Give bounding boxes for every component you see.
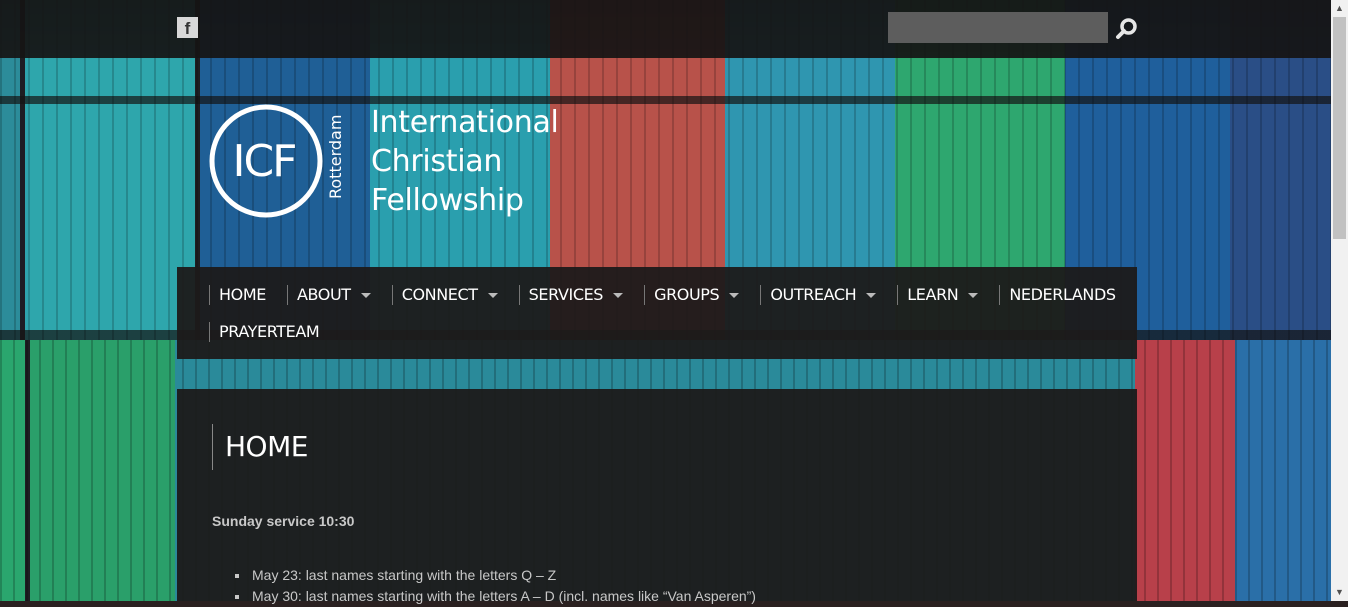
caret-down-icon [487,292,498,298]
nav-label: LEARN [907,285,959,304]
list-item: May 30: last names starting with the let… [235,586,756,607]
nav-item-about[interactable]: ABOUT [286,285,380,305]
nav-label: ABOUT [296,285,351,304]
nav-row-2: PRAYERTEAM [209,322,340,342]
nav-label: SERVICES [528,285,604,304]
caret-down-icon [360,292,371,298]
scrollbar-thumb[interactable] [1333,17,1346,239]
nav-label: OUTREACH [770,285,857,304]
nav-label: CONNECT [401,285,478,304]
caret-down-icon [968,292,979,298]
nav-item-outreach[interactable]: OUTREACH [760,285,885,305]
main-content: HOME Sunday service 10:30 May 23: last n… [177,389,1137,604]
nav-item-groups[interactable]: GROUPS [644,285,748,305]
nav-label: PRAYERTEAM [219,322,320,341]
logo-city: Rotterdam [326,114,345,199]
nav-row-1: HOME ABOUT CONNECT SERVICES GROUPS OUTRE… [209,285,1137,305]
nav-item-connect[interactable]: CONNECT [391,285,507,305]
nav-label: NEDERLANDS [1009,285,1116,304]
nav-item-learn[interactable]: LEARN [897,285,987,305]
main-navigation: HOME ABOUT CONNECT SERVICES GROUPS OUTRE… [177,267,1137,359]
page-title: HOME [212,424,308,470]
search-input[interactable] [888,12,1108,43]
caret-down-icon [729,292,740,298]
facebook-icon[interactable]: f [177,17,198,38]
nav-item-home[interactable]: HOME [209,285,275,305]
service-heading: Sunday service 10:30 [212,513,355,529]
nav-item-prayerteam[interactable]: PRAYERTEAM [209,322,328,342]
nav-item-services[interactable]: SERVICES [518,285,632,305]
nav-label: HOME [219,285,266,304]
scroll-up-arrow-icon[interactable]: ▲ [1331,0,1348,17]
logo-wordmark: International Christian Fellowship [371,103,611,220]
list-item: May 23: last names starting with the let… [235,565,756,586]
caret-down-icon [866,292,877,298]
icf-monogram: ICF [209,104,323,218]
top-bar: f [0,0,1331,58]
svg-text:ICF: ICF [232,136,295,187]
caret-down-icon [613,292,624,298]
page-scrollbar[interactable]: ▲ ▼ [1331,0,1348,601]
scroll-down-arrow-icon[interactable]: ▼ [1331,584,1348,601]
nav-item-nederlands[interactable]: NEDERLANDS [999,285,1124,305]
nav-label: GROUPS [654,285,720,304]
logo-line-3: Fellowship [371,183,524,218]
site-logo[interactable]: ICF Rotterdam International Christian Fe… [208,103,588,223]
logo-line-1: International [371,105,559,140]
search-icon[interactable] [1115,17,1139,41]
logo-line-2: Christian [371,144,503,179]
